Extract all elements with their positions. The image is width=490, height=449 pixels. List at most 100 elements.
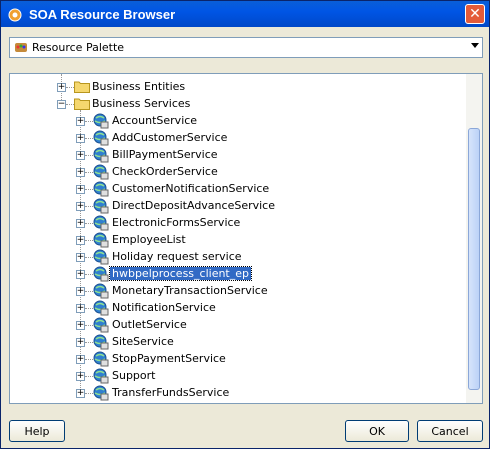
tree-guide-line (66, 104, 74, 105)
web-service-icon (93, 283, 109, 299)
tree-service-row[interactable]: + BillPaymentService (10, 147, 460, 163)
tree-service-label: Holiday request service (112, 250, 242, 263)
tree-service-row[interactable]: + TransferFundsService (10, 385, 460, 401)
expand-icon[interactable]: + (76, 117, 85, 126)
tree-guide-line (85, 155, 93, 156)
web-service-icon (93, 147, 109, 163)
tree-guide-line (85, 274, 93, 275)
help-button[interactable]: Help (9, 420, 65, 442)
web-service-icon (93, 164, 109, 180)
tree-service-row[interactable]: + EmployeeList (10, 232, 460, 248)
expand-icon[interactable]: + (76, 389, 85, 398)
tree-service-label: BillPaymentService (112, 148, 218, 161)
close-button[interactable]: ✕ (465, 4, 485, 24)
palette-selected-value: Resource Palette (32, 41, 125, 54)
ok-button[interactable]: OK (345, 420, 409, 442)
tree-guide-line (85, 257, 93, 258)
expand-icon[interactable]: + (76, 355, 85, 364)
tree-service-label[interactable]: hwbpelprocess_client_ep (109, 266, 252, 281)
folder-icon (74, 98, 90, 110)
tree-guide-line (85, 359, 93, 360)
window-title: SOA Resource Browser (29, 6, 176, 22)
tree-service-row[interactable]: + MonetaryTransactionService (10, 283, 460, 299)
tree-service-row[interactable]: + CustomerNotificationService (10, 181, 460, 197)
expand-icon[interactable]: + (76, 321, 85, 330)
tree-service-row[interactable]: + SiteService (10, 334, 460, 350)
tree-service-label: CheckOrderService (112, 165, 218, 178)
expand-icon[interactable]: + (76, 372, 85, 381)
tree-service-label: ElectronicFormsService (112, 216, 241, 229)
tree-service-row[interactable]: + ElectronicFormsService (10, 215, 460, 231)
expand-icon[interactable]: + (76, 134, 85, 143)
tree-service-label: AddCustomerService (112, 131, 228, 144)
expand-icon[interactable]: + (76, 287, 85, 296)
web-service-icon (93, 232, 109, 248)
tree-service-row[interactable]: + AccountService (10, 113, 460, 129)
scrollbar-thumb[interactable] (468, 128, 480, 390)
tree-guide-line (85, 291, 93, 292)
tree-guide-line (66, 87, 74, 88)
tree-guide-line (85, 376, 93, 377)
expand-icon[interactable]: + (76, 253, 85, 262)
web-service-icon (93, 266, 109, 282)
tree-guide-line (85, 121, 93, 122)
web-service-icon (93, 215, 109, 231)
tree-service-label: SiteService (112, 335, 174, 348)
tree-service-label: MonetaryTransactionService (112, 284, 268, 297)
expand-icon[interactable]: + (76, 219, 85, 228)
tree-service-label: OutletService (112, 318, 187, 331)
expand-icon[interactable]: + (76, 202, 85, 211)
expand-icon[interactable]: + (76, 185, 85, 194)
tree-service-row[interactable]: + AddCustomerService (10, 130, 460, 146)
tree-service-row[interactable]: + DirectDepositAdvanceService (10, 198, 460, 214)
tree-folder-label: Business Services (92, 97, 191, 110)
tree-folder-label: Business Entities (92, 80, 186, 93)
tree-guide-line (85, 325, 93, 326)
web-service-icon (93, 113, 109, 129)
soa-resource-browser-dialog: SOA Resource Browser ✕ Resource Palette … (0, 0, 490, 449)
expand-icon[interactable]: + (76, 168, 85, 177)
folder-icon (74, 81, 90, 93)
cancel-button[interactable]: Cancel (417, 420, 483, 442)
tree-service-label: Support (112, 369, 156, 382)
web-service-icon (93, 368, 109, 384)
expand-icon[interactable]: + (76, 151, 85, 160)
web-service-icon (93, 130, 109, 146)
web-service-icon (93, 385, 109, 401)
tree-service-row[interactable]: + NotificationService (10, 300, 460, 316)
close-icon: ✕ (469, 6, 481, 22)
web-service-icon (93, 181, 109, 197)
tree-folder-row[interactable]: + Business Entities (10, 79, 460, 95)
expand-icon[interactable]: + (76, 236, 85, 245)
tree-service-row[interactable]: + Holiday request service (10, 249, 460, 265)
tree-service-label: DirectDepositAdvanceService (112, 199, 275, 212)
tree-service-label: StopPaymentService (112, 352, 226, 365)
tree-guide-line (85, 206, 93, 207)
expand-icon[interactable]: + (76, 338, 85, 347)
tree-guide-line (85, 308, 93, 309)
tree-service-row[interactable]: + StopPaymentService (10, 351, 460, 367)
expand-icon[interactable]: + (76, 270, 85, 279)
chevron-down-icon[interactable] (471, 43, 479, 48)
web-service-icon (93, 351, 109, 367)
tree-guide-line (85, 172, 93, 173)
tree-service-row[interactable]: + hwbpelprocess_client_ep (10, 266, 460, 282)
web-service-icon (93, 249, 109, 265)
collapse-icon[interactable]: − (57, 100, 66, 109)
expand-icon[interactable]: + (57, 83, 66, 92)
app-icon (8, 8, 22, 22)
title-bar[interactable]: SOA Resource Browser ✕ (1, 1, 489, 27)
tree-service-label: CustomerNotificationService (112, 182, 270, 195)
resource-tree[interactable]: + Business Entities − Business Services + Acc… (9, 73, 483, 404)
tree-service-row[interactable]: + OutletService (10, 317, 460, 333)
tree-service-label: TransferFundsService (112, 386, 230, 399)
tree-service-row[interactable]: + Support (10, 368, 460, 384)
resource-palette-dropdown[interactable]: Resource Palette (9, 37, 483, 58)
palette-icon (15, 43, 27, 52)
tree-guide-line (85, 223, 93, 224)
tree-guide-line (85, 393, 93, 394)
expand-icon[interactable]: + (76, 304, 85, 313)
vertical-scrollbar[interactable] (466, 74, 482, 403)
tree-service-row[interactable]: + CheckOrderService (10, 164, 460, 180)
tree-folder-row[interactable]: − Business Services (10, 96, 460, 112)
